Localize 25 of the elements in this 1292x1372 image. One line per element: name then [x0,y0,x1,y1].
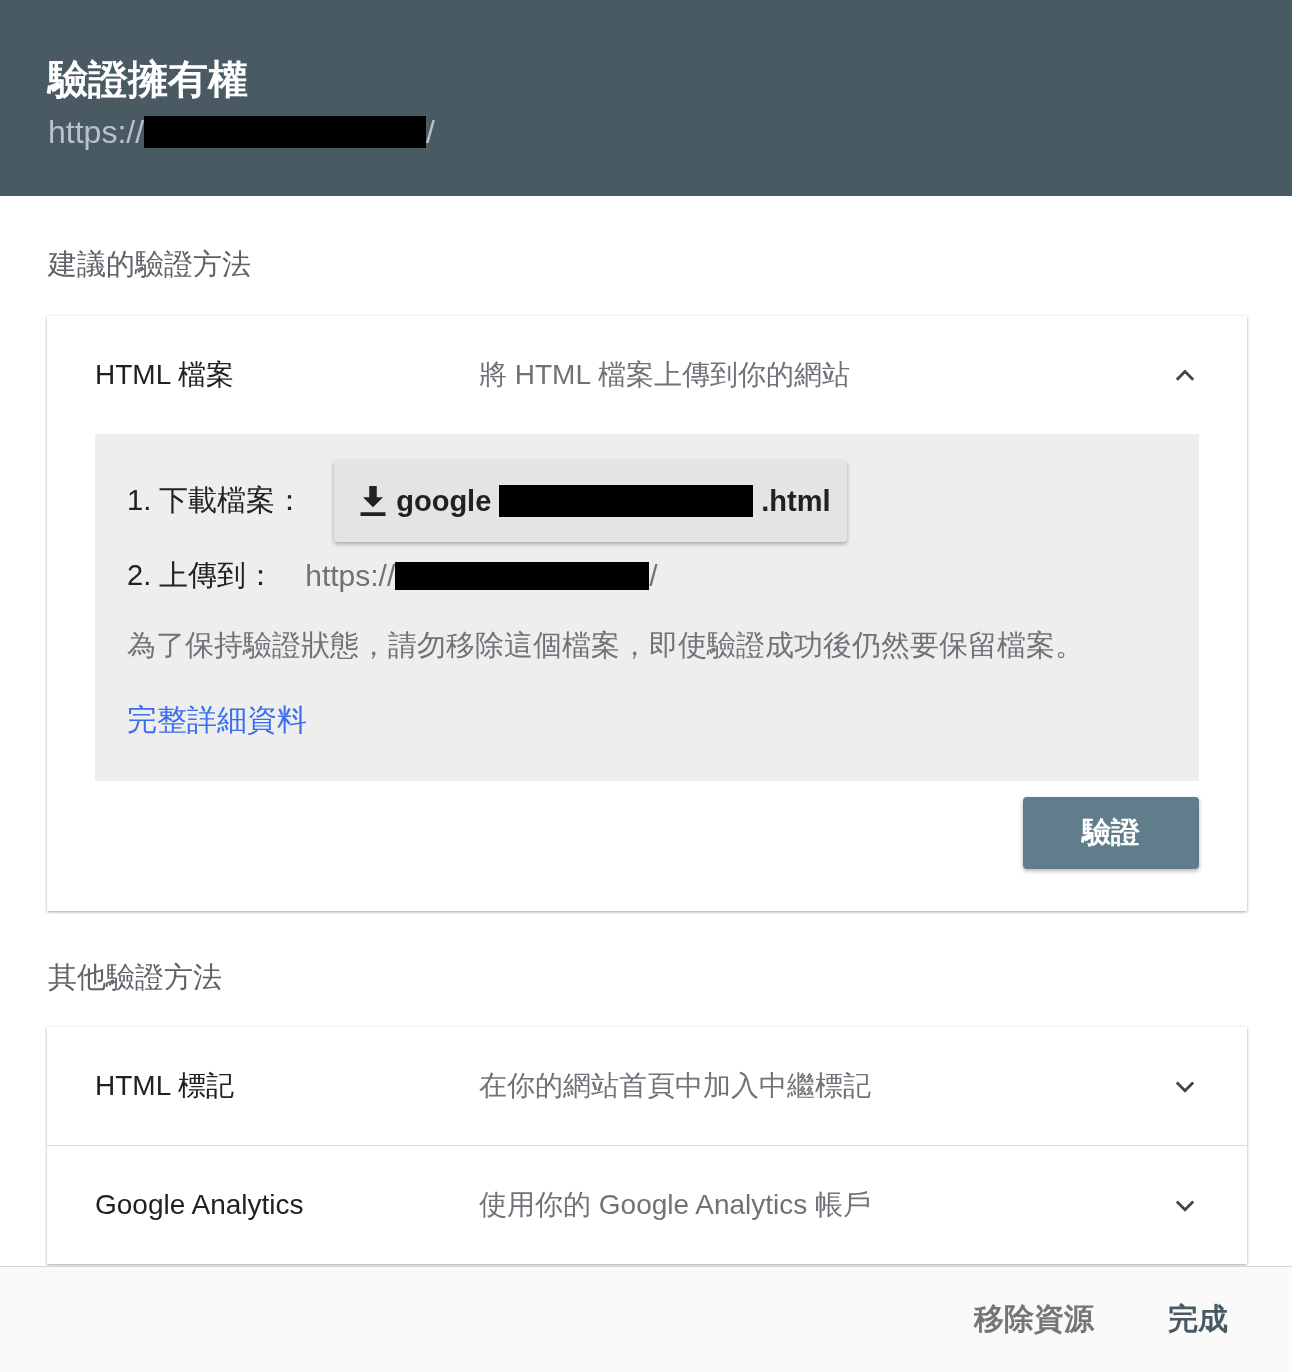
method-row[interactable]: HTML 標記 在你的網站首頁中加入中繼標記 [47,1027,1247,1146]
download-button[interactable]: google .html [334,460,847,542]
url-text: https:// [305,559,396,593]
step-label: 1. 下載檔案： [127,483,305,518]
step-label: 2. 上傳到： [127,558,276,593]
details-link[interactable]: 完整詳細資料 [127,700,307,741]
download-icon [358,484,389,518]
note-text: 為了保持驗證狀態，請勿移除這個檔案，即使驗證成功後仍然要保留檔案。 [127,628,1085,663]
dialog-title: 驗證擁有權 [48,56,249,103]
method-name: Google Analytics [95,1189,305,1221]
section-heading: 其他驗證方法 [48,960,223,995]
method-description: 在你的網站首頁中加入中繼標記 [479,1069,872,1103]
method-row[interactable]: HTML 檔案 將 HTML 檔案上傳到你的網站 [47,316,1247,434]
url-text: https:// [48,113,145,152]
footer-button[interactable]: 完成 [1144,1291,1252,1348]
method-name: HTML 檔案 [95,358,235,392]
method-name: HTML 標記 [95,1069,235,1103]
method-row[interactable]: Google Analytics 使用你的 Google Analytics 帳戶 [47,1146,1247,1264]
method-description: 使用你的 Google Analytics 帳戶 [479,1188,873,1222]
method-description: 將 HTML 檔案上傳到你的網站 [479,358,851,392]
url-text: / [426,113,435,152]
section-heading: 建議的驗證方法 [48,247,252,282]
footer-button[interactable]: 移除資源 [950,1291,1118,1348]
verify-button[interactable]: 驗證 [1023,797,1199,869]
url-text: / [649,559,658,593]
